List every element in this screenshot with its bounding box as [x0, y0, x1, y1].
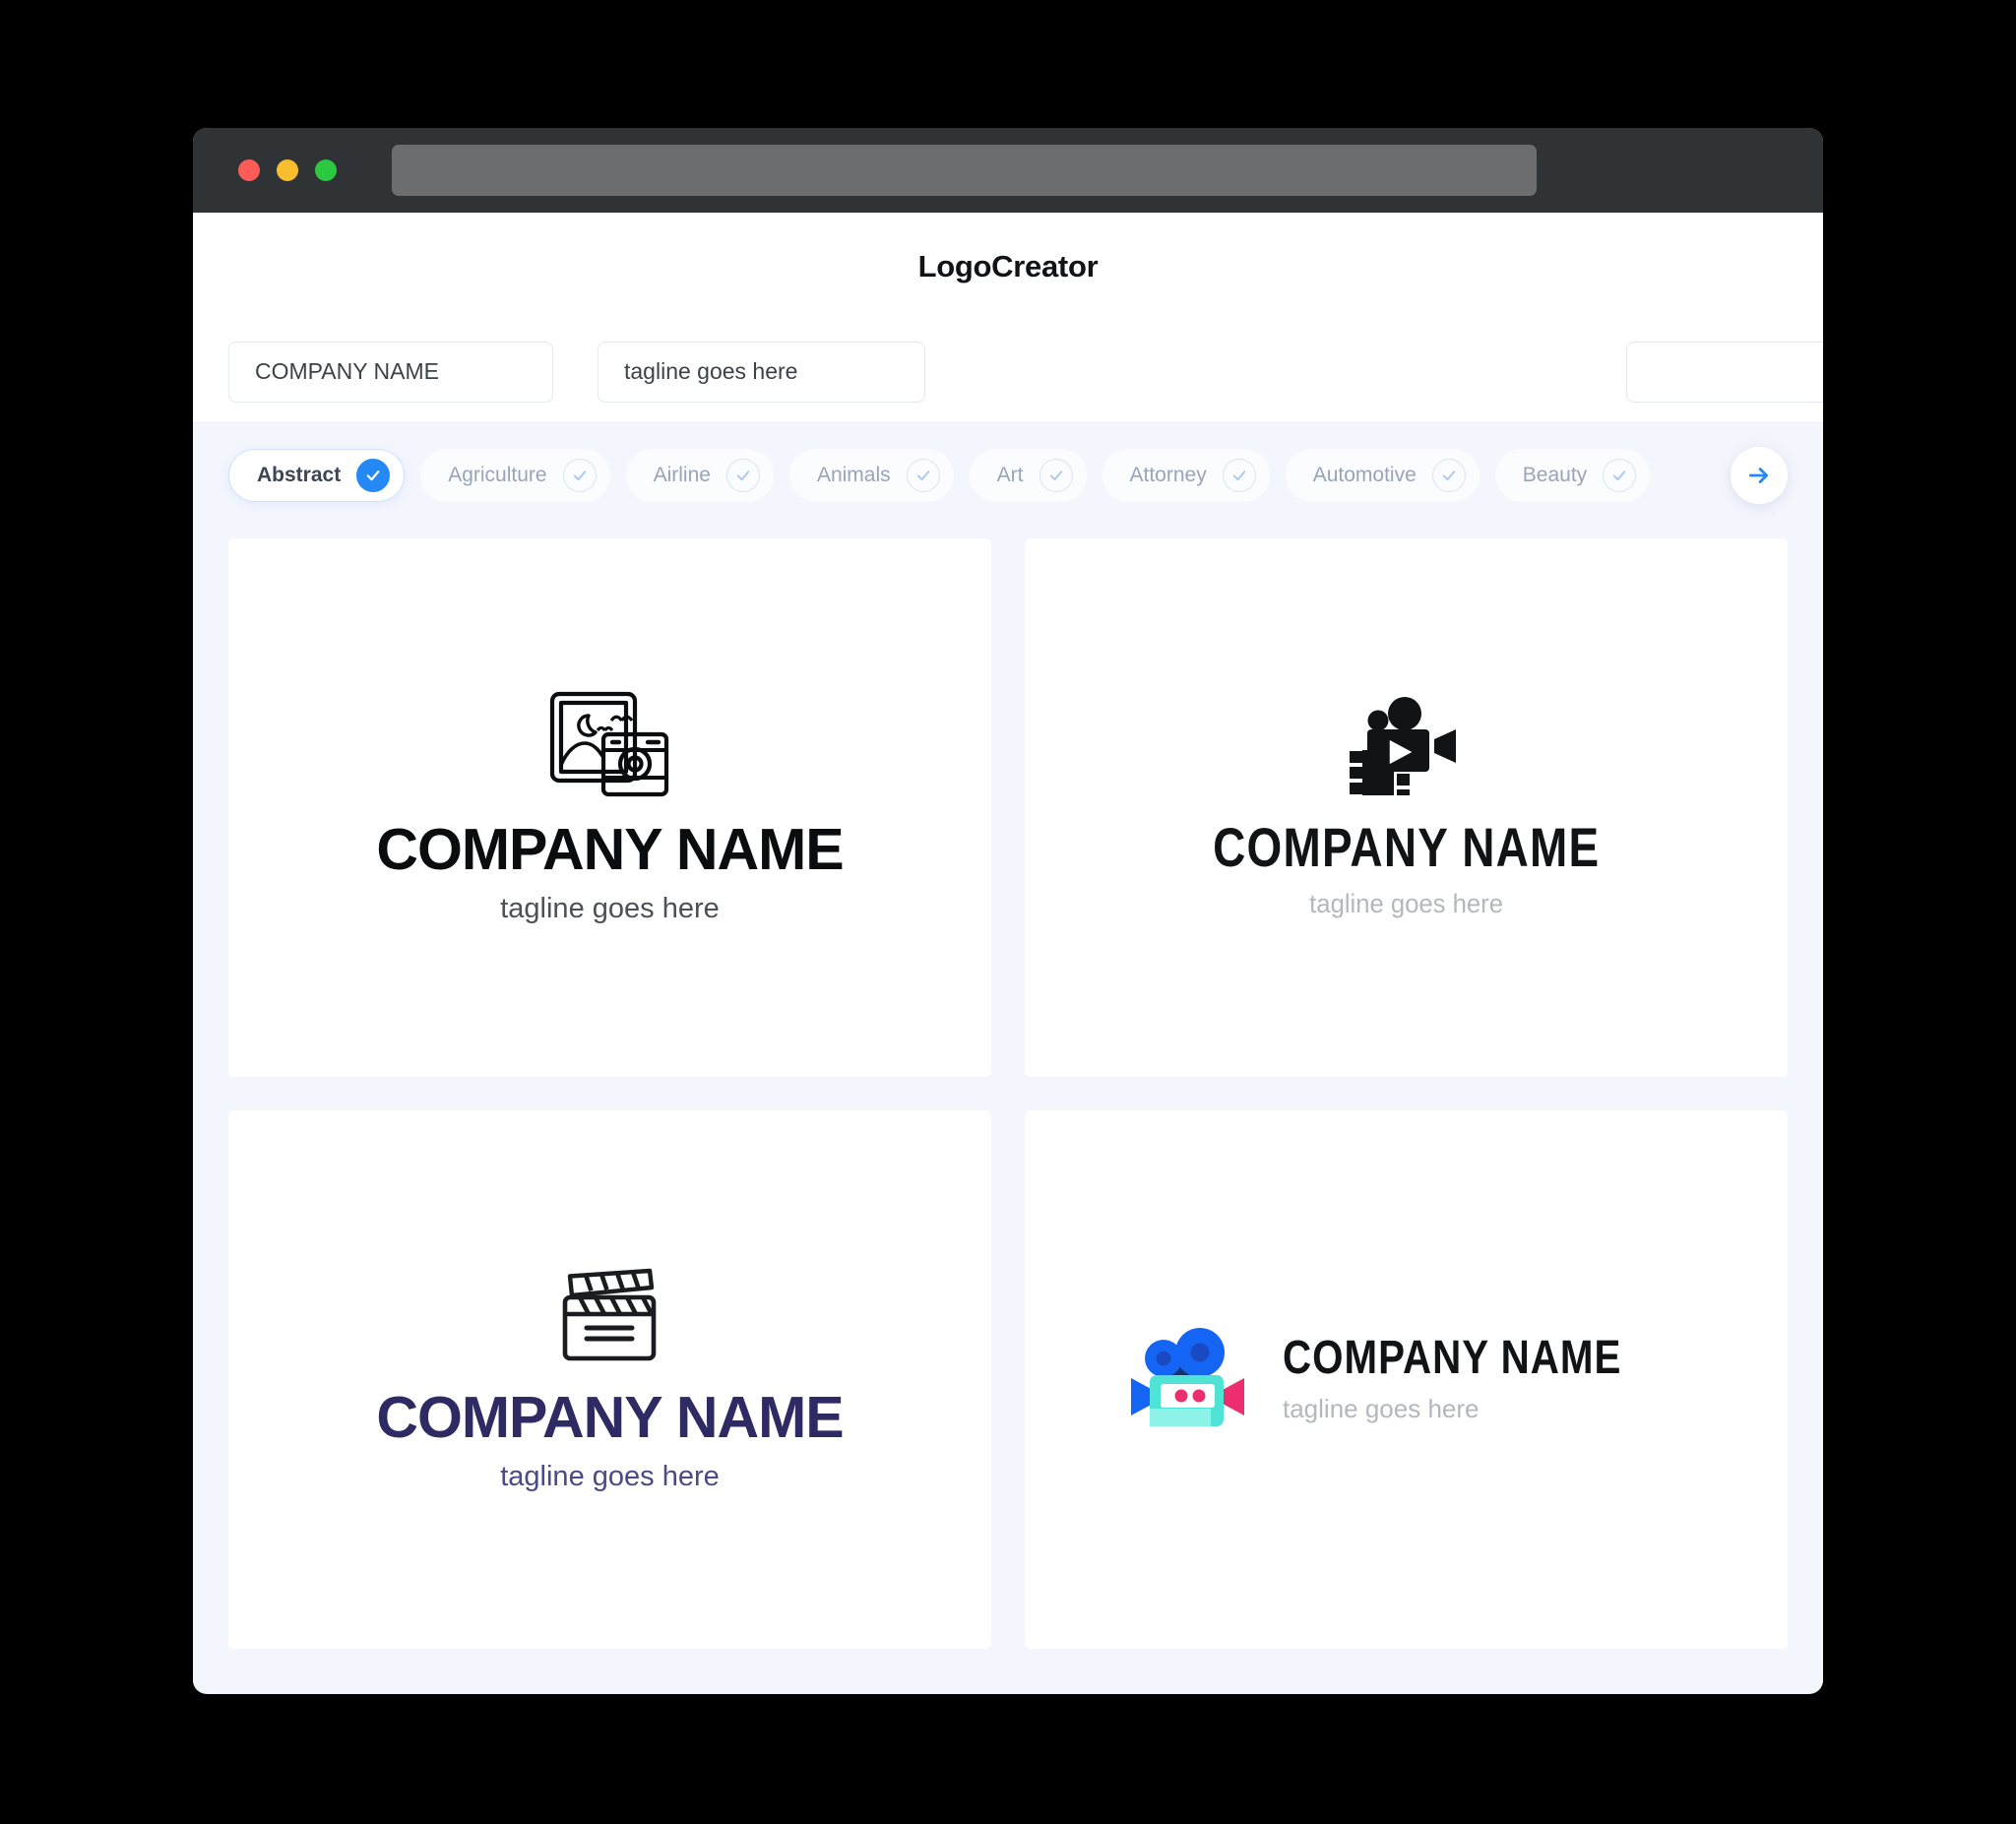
category-chip-airline[interactable]: Airline [625, 448, 774, 502]
check-icon [356, 458, 391, 492]
clapperboard-icon [556, 1266, 662, 1369]
logo-tagline: tagline goes here [500, 893, 720, 924]
browser-titlebar [193, 128, 1823, 213]
logo-tagline: tagline goes here [1309, 888, 1503, 918]
window-controls [238, 159, 337, 181]
category-chip-label: Abstract [257, 463, 342, 486]
category-chip-label: Attorney [1129, 463, 1207, 486]
category-chip-label: Beauty [1522, 463, 1588, 486]
maximize-window-button[interactable] [315, 159, 337, 181]
category-chip-label: Art [996, 463, 1024, 486]
logo-company-name: COMPANY NAME [1283, 1332, 1622, 1384]
check-icon [562, 458, 597, 492]
category-chip-label: Automotive [1312, 463, 1417, 486]
browser-address-bar[interactable] [392, 145, 1537, 196]
browser-window: LogoCreator SEARCH Abstract Agriculture Ai… [193, 128, 1823, 1694]
company-name-input[interactable] [228, 341, 553, 403]
category-chip-label: Agriculture [448, 463, 547, 486]
movie-camera-filmstrip-icon [1348, 696, 1464, 804]
logo-tagline: tagline goes here [500, 1461, 720, 1492]
logo-card[interactable]: COMPANY NAME tagline goes here [1025, 538, 1788, 1077]
logo-card[interactable]: COMPANY NAME tagline goes here [1025, 1110, 1788, 1649]
check-icon [906, 458, 940, 492]
logo-card[interactable]: COMPANY NAME tagline goes here [228, 538, 991, 1077]
check-icon [1431, 458, 1466, 492]
check-icon [1039, 458, 1073, 492]
category-chip-beauty[interactable]: Beauty [1494, 448, 1651, 502]
check-icon [725, 458, 760, 492]
category-chip-list: Abstract Agriculture Airline Animals Art Atto… [228, 448, 1666, 502]
category-chip-art[interactable]: Art [969, 448, 1087, 502]
keyword-input[interactable] [1626, 341, 1823, 403]
search-toolbar: SEARCH [193, 321, 1823, 423]
logo-tagline: tagline goes here [1283, 1394, 1480, 1423]
logo-company-name: COMPANY NAME [1212, 815, 1601, 878]
logo-company-name: COMPANY NAME [376, 1385, 844, 1450]
category-chip-animals[interactable]: Animals [788, 448, 954, 502]
category-chip-agriculture[interactable]: Agriculture [420, 448, 610, 502]
category-chip-label: Animals [816, 463, 891, 486]
category-filter-bar: Abstract Agriculture Airline Animals Art Atto… [193, 423, 1823, 527]
category-chip-attorney[interactable]: Attorney [1102, 448, 1270, 502]
logo-company-name: COMPANY NAME [376, 817, 844, 882]
photo-frame-camera-icon [548, 690, 670, 803]
arrow-right-icon [1748, 467, 1768, 483]
check-icon [1222, 458, 1256, 492]
category-chip-abstract[interactable]: Abstract [228, 448, 406, 502]
app-header: LogoCreator [193, 213, 1823, 321]
close-window-button[interactable] [238, 159, 260, 181]
category-chip-label: Airline [653, 463, 711, 486]
next-categories-button[interactable] [1731, 446, 1788, 504]
minimize-window-button[interactable] [277, 159, 298, 181]
color-movie-camera-icon [1126, 1326, 1249, 1433]
logo-card[interactable]: COMPANY NAME tagline goes here [228, 1110, 991, 1649]
tagline-input[interactable] [598, 341, 925, 403]
logo-results-grid: COMPANY NAME tagline goes here COMPANY N… [193, 527, 1823, 1684]
page-title: LogoCreator [917, 249, 1099, 283]
category-chip-automotive[interactable]: Automotive [1285, 448, 1480, 502]
check-icon [1603, 458, 1637, 492]
